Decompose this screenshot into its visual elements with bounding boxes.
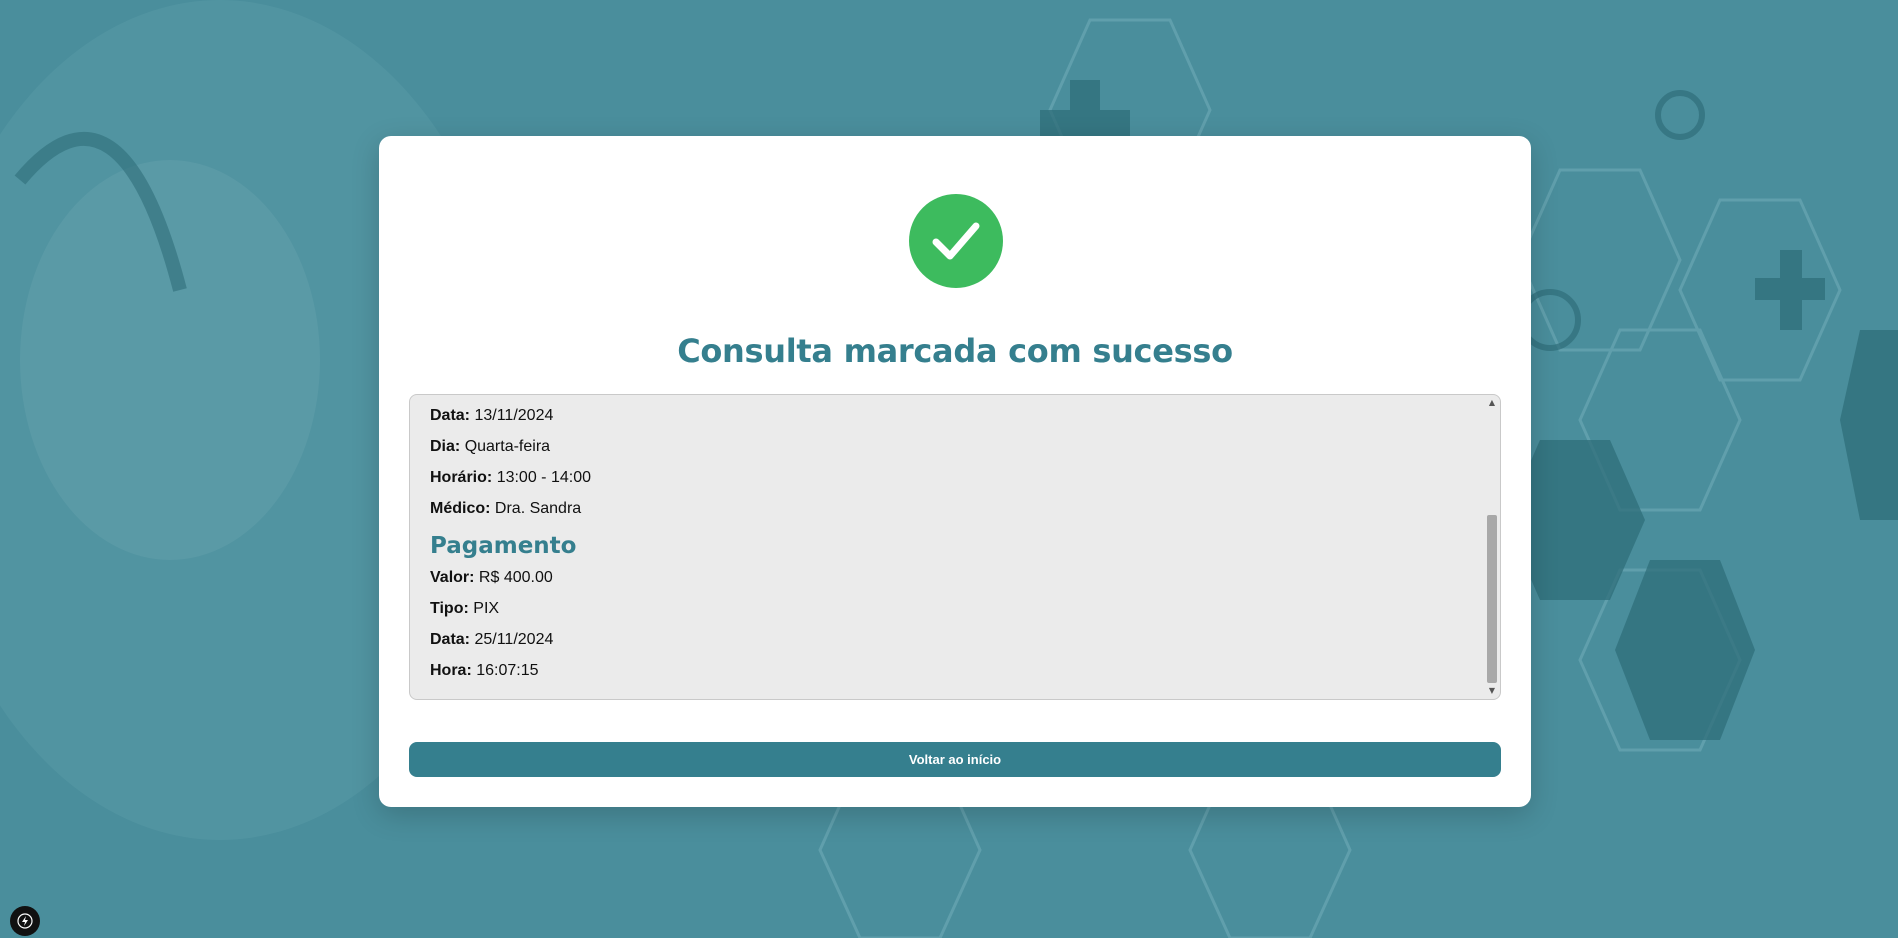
- scroll-up-arrow-icon[interactable]: ▲: [1486, 397, 1498, 409]
- appointment-details-panel[interactable]: Data: 13/11/2024 Dia: Quarta-feira Horár…: [409, 394, 1501, 700]
- detail-label: Data:: [430, 631, 471, 648]
- back-to-home-button[interactable]: Voltar ao início: [409, 742, 1501, 777]
- detail-label: Tipo:: [430, 600, 469, 617]
- detail-value: PIX: [473, 600, 500, 617]
- payment-heading: Pagamento: [430, 533, 577, 559]
- detail-row-doctor: Médico: Dra. Sandra: [430, 498, 1470, 529]
- detail-label: Valor:: [430, 569, 475, 586]
- detail-label: Horário:: [430, 469, 493, 486]
- details-scrollbar[interactable]: ▲ ▼: [1486, 397, 1498, 697]
- scrollbar-thumb[interactable]: [1487, 515, 1497, 683]
- page-title: Consulta marcada com sucesso: [677, 332, 1233, 370]
- detail-value: Dra. Sandra: [494, 500, 582, 517]
- detail-label: Dia:: [430, 438, 461, 455]
- detail-label: Data:: [430, 407, 471, 424]
- detail-value: 25/11/2024: [474, 631, 554, 648]
- payment-row-time: Hora: 16:07:15: [430, 660, 1470, 691]
- lightning-icon[interactable]: [10, 906, 40, 936]
- detail-row-time: Horário: 13:00 - 14:00: [430, 467, 1470, 498]
- detail-label: Médico:: [430, 500, 491, 517]
- payment-row-date: Data: 25/11/2024: [430, 629, 1470, 660]
- detail-row-date: Data: 13/11/2024: [430, 405, 1470, 436]
- success-modal: Consulta marcada com sucesso Data: 13/11…: [379, 136, 1531, 807]
- details-content: Data: 13/11/2024 Dia: Quarta-feira Horár…: [430, 405, 1470, 691]
- detail-value: 13:00 - 14:00: [496, 469, 591, 486]
- payment-row-type: Tipo: PIX: [430, 598, 1470, 629]
- scroll-down-arrow-icon[interactable]: ▼: [1486, 685, 1498, 697]
- detail-value: 13/11/2024: [474, 407, 554, 424]
- detail-value: Quarta-feira: [464, 438, 551, 455]
- detail-row-day: Dia: Quarta-feira: [430, 436, 1470, 467]
- detail-value: 16:07:15: [476, 662, 539, 679]
- detail-label: Hora:: [430, 662, 472, 679]
- check-circle-icon: [909, 194, 1003, 288]
- detail-value: R$ 400.00: [478, 569, 553, 586]
- payment-row-amount: Valor: R$ 400.00: [430, 567, 1470, 598]
